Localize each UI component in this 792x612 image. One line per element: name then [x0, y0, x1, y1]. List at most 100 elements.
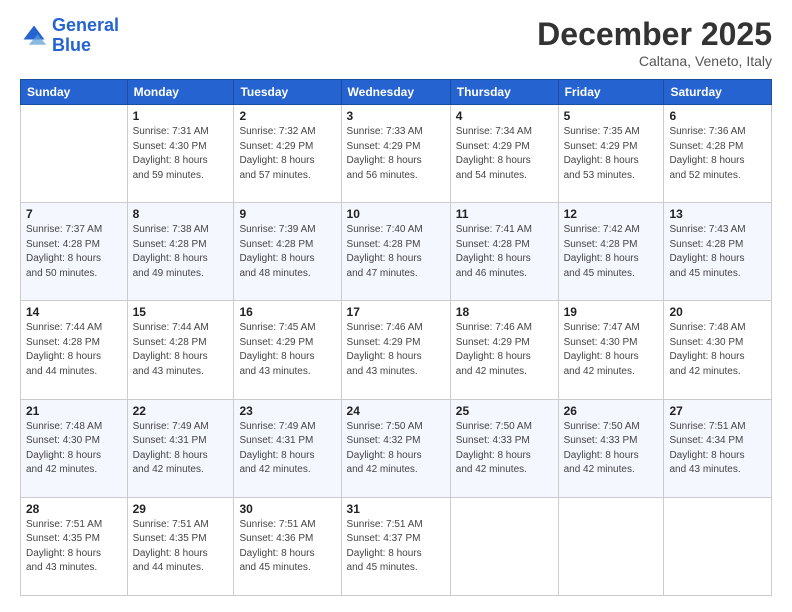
- header: General Blue December 2025 Caltana, Vene…: [20, 16, 772, 69]
- calendar-cell: [21, 105, 128, 203]
- weekday-header-friday: Friday: [558, 80, 664, 105]
- day-number: 26: [564, 404, 659, 418]
- logo-general: General: [52, 15, 119, 35]
- day-info: Sunrise: 7:51 AM Sunset: 4:35 PM Dayligh…: [26, 518, 122, 576]
- calendar-table: SundayMondayTuesdayWednesdayThursdayFrid…: [20, 79, 772, 596]
- day-number: 11: [456, 207, 553, 221]
- weekday-header-wednesday: Wednesday: [341, 80, 450, 105]
- day-info: Sunrise: 7:35 AM Sunset: 4:29 PM Dayligh…: [564, 125, 659, 183]
- calendar-cell: 14 Sunrise: 7:44 AM Sunset: 4:28 PM Dayli…: [21, 301, 128, 399]
- day-info: Sunrise: 7:34 AM Sunset: 4:29 PM Dayligh…: [456, 125, 553, 183]
- day-info: Sunrise: 7:50 AM Sunset: 4:33 PM Dayligh…: [564, 420, 659, 478]
- weekday-header-monday: Monday: [127, 80, 234, 105]
- calendar-cell: 25Sunrise: 7:50 AM Sunset: 4:33 PM Dayli…: [450, 399, 558, 497]
- calendar-cell: 5 Sunrise: 7:35 AM Sunset: 4:29 PM Daylig…: [558, 105, 664, 203]
- day-number: 10: [347, 207, 445, 221]
- calendar-cell: 9Sunrise: 7:39 AM Sunset: 4:28 PM Daylig…: [234, 203, 341, 301]
- title-block: December 2025 Caltana, Veneto, Italy: [537, 16, 772, 69]
- day-info: Sunrise: 7:47 AM Sunset: 4:30 PM Dayligh…: [564, 321, 659, 379]
- weekday-header-row: SundayMondayTuesdayWednesdayThursdayFrid…: [21, 80, 772, 105]
- calendar-week-4: 21 Sunrise: 7:48 AM Sunset: 4:30 PM Dayli…: [21, 399, 772, 497]
- calendar-week-3: 14 Sunrise: 7:44 AM Sunset: 4:28 PM Dayli…: [21, 301, 772, 399]
- calendar-cell: 27 Sunrise: 7:51 AM Sunset: 4:34 PM Dayli…: [664, 399, 772, 497]
- day-number: 15: [133, 305, 229, 319]
- day-info: Sunrise: 7:40 AM Sunset: 4:28 PM Dayligh…: [347, 223, 445, 281]
- calendar-cell: 22 Sunrise: 7:49 AM Sunset: 4:31 PM Dayli…: [127, 399, 234, 497]
- day-number: 1: [133, 109, 229, 123]
- logo-blue: Blue: [52, 35, 91, 55]
- day-info: Sunrise: 7:33 AM Sunset: 4:29 PM Dayligh…: [347, 125, 445, 183]
- calendar-cell: 24Sunrise: 7:50 AM Sunset: 4:32 PM Dayli…: [341, 399, 450, 497]
- logo-text: General Blue: [52, 16, 119, 56]
- calendar-cell: 4 Sunrise: 7:34 AM Sunset: 4:29 PM Daylig…: [450, 105, 558, 203]
- day-number: 2: [239, 109, 335, 123]
- day-number: 6: [669, 109, 766, 123]
- day-info: Sunrise: 7:45 AM Sunset: 4:29 PM Dayligh…: [239, 321, 335, 379]
- day-info: Sunrise: 7:49 AM Sunset: 4:31 PM Dayligh…: [133, 420, 229, 478]
- day-number: 29: [133, 502, 229, 516]
- month-title: December 2025: [537, 16, 772, 53]
- day-number: 23: [239, 404, 335, 418]
- calendar-cell: [450, 497, 558, 595]
- day-number: 20: [669, 305, 766, 319]
- day-info: Sunrise: 7:46 AM Sunset: 4:29 PM Dayligh…: [347, 321, 445, 379]
- day-info: Sunrise: 7:46 AM Sunset: 4:29 PM Dayligh…: [456, 321, 553, 379]
- calendar-cell: 26 Sunrise: 7:50 AM Sunset: 4:33 PM Dayli…: [558, 399, 664, 497]
- calendar-cell: 21 Sunrise: 7:48 AM Sunset: 4:30 PM Dayli…: [21, 399, 128, 497]
- calendar-cell: 1 Sunrise: 7:31 AM Sunset: 4:30 PM Daylig…: [127, 105, 234, 203]
- day-number: 12: [564, 207, 659, 221]
- day-number: 4: [456, 109, 553, 123]
- calendar-cell: 28 Sunrise: 7:51 AM Sunset: 4:35 PM Dayli…: [21, 497, 128, 595]
- calendar-cell: 31Sunrise: 7:51 AM Sunset: 4:37 PM Dayli…: [341, 497, 450, 595]
- day-info: Sunrise: 7:44 AM Sunset: 4:28 PM Dayligh…: [26, 321, 122, 379]
- day-number: 19: [564, 305, 659, 319]
- weekday-header-thursday: Thursday: [450, 80, 558, 105]
- day-number: 7: [26, 207, 122, 221]
- calendar-cell: 6Sunrise: 7:36 AM Sunset: 4:28 PM Daylig…: [664, 105, 772, 203]
- day-number: 17: [347, 305, 445, 319]
- day-number: 28: [26, 502, 122, 516]
- day-number: 8: [133, 207, 229, 221]
- calendar-cell: 15 Sunrise: 7:44 AM Sunset: 4:28 PM Dayli…: [127, 301, 234, 399]
- calendar-cell: 23 Sunrise: 7:49 AM Sunset: 4:31 PM Dayli…: [234, 399, 341, 497]
- calendar-cell: [664, 497, 772, 595]
- calendar-cell: 20 Sunrise: 7:48 AM Sunset: 4:30 PM Dayli…: [664, 301, 772, 399]
- day-info: Sunrise: 7:42 AM Sunset: 4:28 PM Dayligh…: [564, 223, 659, 281]
- day-number: 25: [456, 404, 553, 418]
- day-number: 16: [239, 305, 335, 319]
- logo: General Blue: [20, 16, 119, 56]
- day-number: 30: [239, 502, 335, 516]
- day-number: 14: [26, 305, 122, 319]
- day-number: 5: [564, 109, 659, 123]
- day-number: 9: [239, 207, 335, 221]
- day-number: 27: [669, 404, 766, 418]
- day-info: Sunrise: 7:51 AM Sunset: 4:34 PM Dayligh…: [669, 420, 766, 478]
- day-number: 13: [669, 207, 766, 221]
- calendar-cell: 16 Sunrise: 7:45 AM Sunset: 4:29 PM Dayli…: [234, 301, 341, 399]
- day-info: Sunrise: 7:31 AM Sunset: 4:30 PM Dayligh…: [133, 125, 229, 183]
- weekday-header-sunday: Sunday: [21, 80, 128, 105]
- calendar-cell: 7 Sunrise: 7:37 AM Sunset: 4:28 PM Daylig…: [21, 203, 128, 301]
- day-number: 21: [26, 404, 122, 418]
- day-info: Sunrise: 7:41 AM Sunset: 4:28 PM Dayligh…: [456, 223, 553, 281]
- day-info: Sunrise: 7:51 AM Sunset: 4:35 PM Dayligh…: [133, 518, 229, 576]
- day-info: Sunrise: 7:49 AM Sunset: 4:31 PM Dayligh…: [239, 420, 335, 478]
- day-info: Sunrise: 7:37 AM Sunset: 4:28 PM Dayligh…: [26, 223, 122, 281]
- day-info: Sunrise: 7:48 AM Sunset: 4:30 PM Dayligh…: [26, 420, 122, 478]
- page: General Blue December 2025 Caltana, Vene…: [0, 0, 792, 612]
- day-number: 22: [133, 404, 229, 418]
- calendar-cell: 2Sunrise: 7:32 AM Sunset: 4:29 PM Daylig…: [234, 105, 341, 203]
- calendar-week-1: 1 Sunrise: 7:31 AM Sunset: 4:30 PM Daylig…: [21, 105, 772, 203]
- day-number: 3: [347, 109, 445, 123]
- day-info: Sunrise: 7:48 AM Sunset: 4:30 PM Dayligh…: [669, 321, 766, 379]
- day-number: 24: [347, 404, 445, 418]
- calendar-week-5: 28 Sunrise: 7:51 AM Sunset: 4:35 PM Dayli…: [21, 497, 772, 595]
- location-subtitle: Caltana, Veneto, Italy: [537, 53, 772, 69]
- calendar-body: 1 Sunrise: 7:31 AM Sunset: 4:30 PM Daylig…: [21, 105, 772, 596]
- calendar-cell: [558, 497, 664, 595]
- logo-icon: [20, 22, 48, 50]
- calendar-week-2: 7 Sunrise: 7:37 AM Sunset: 4:28 PM Daylig…: [21, 203, 772, 301]
- calendar-cell: 17 Sunrise: 7:46 AM Sunset: 4:29 PM Dayli…: [341, 301, 450, 399]
- calendar-cell: 3 Sunrise: 7:33 AM Sunset: 4:29 PM Daylig…: [341, 105, 450, 203]
- day-info: Sunrise: 7:44 AM Sunset: 4:28 PM Dayligh…: [133, 321, 229, 379]
